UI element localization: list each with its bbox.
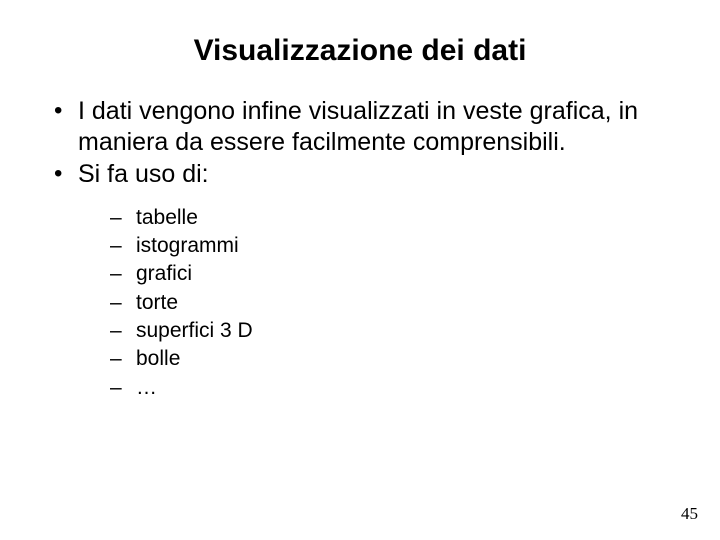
sub-bullet-text: … [136,376,157,399]
bullet-text: I dati vengono infine visualizzati in ve… [78,97,638,156]
sub-bullet-item: tabelle [102,204,672,232]
page-number: 45 [681,504,698,524]
sub-bullet-item: superfici 3 D [102,317,672,345]
sub-bullet-text: istogrammi [136,234,239,257]
sub-bullet-list: tabelle istogrammi grafici torte superfi… [78,204,672,402]
slide: Visualizzazione dei dati I dati vengono … [0,0,720,540]
sub-bullet-text: torte [136,291,178,314]
sub-bullet-item: … [102,374,672,402]
bullet-item: Si fa uso di: tabelle istogrammi grafici… [50,159,672,402]
bullet-list: I dati vengono infine visualizzati in ve… [48,96,672,402]
sub-bullet-item: grafici [102,260,672,288]
bullet-text: Si fa uso di: [78,160,209,188]
sub-bullet-text: grafici [136,262,192,285]
sub-bullet-item: istogrammi [102,232,672,260]
bullet-item: I dati vengono infine visualizzati in ve… [50,96,672,157]
sub-bullet-text: tabelle [136,206,198,229]
sub-bullet-text: bolle [136,347,180,370]
sub-bullet-item: bolle [102,345,672,373]
sub-bullet-item: torte [102,289,672,317]
slide-title: Visualizzazione dei dati [48,34,672,68]
sub-bullet-text: superfici 3 D [136,319,253,342]
